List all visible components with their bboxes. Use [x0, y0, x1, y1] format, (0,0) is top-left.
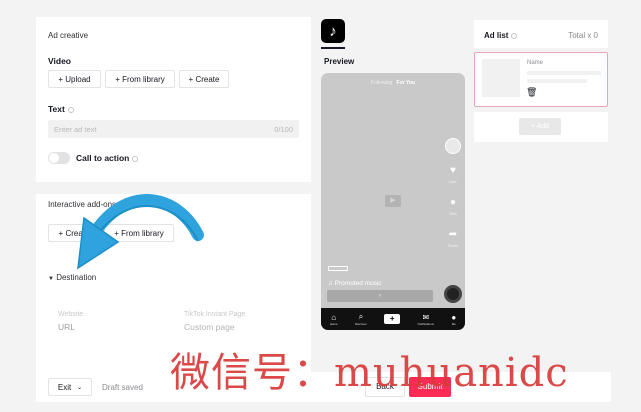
draft-status: Draft saved — [102, 383, 143, 392]
tiktok-logo-icon[interactable]: ♪ — [321, 19, 345, 43]
phone-bottom-nav: ⌂ Home ⌕ Discover + ✉ Notifications ● Me — [321, 308, 465, 330]
add-area: + Add — [474, 112, 608, 142]
music-disc-icon — [444, 285, 462, 303]
chevron-down-icon: ⌄ — [77, 384, 83, 391]
info-icon — [511, 32, 518, 39]
sponsored-tag — [328, 266, 348, 271]
info-icon — [67, 106, 74, 113]
info-icon — [132, 155, 139, 162]
ad-name: Name — [527, 60, 544, 66]
website-caption: Website — [58, 311, 84, 318]
exit-button[interactable]: Exit ⌄ — [48, 378, 92, 396]
cta-toggle[interactable] — [48, 152, 70, 164]
exit-label: Exit — [57, 382, 72, 392]
ad-text-placeholder: Enter ad text — [54, 124, 97, 134]
upload-button[interactable]: + Upload — [48, 70, 101, 88]
cta-label: Call to action — [76, 153, 139, 163]
trash-icon[interactable]: 🗑 — [526, 87, 537, 98]
ad-thumbnail — [482, 59, 520, 97]
instant-page-caption: TikTok Instant Page — [184, 311, 246, 318]
nav-discover: ⌕ Discover — [355, 312, 367, 326]
phone-preview: Following For You ▶ ♥ Like ● Text ➦ Shar… — [321, 73, 465, 330]
search-icon: ⌕ — [358, 312, 364, 321]
for-you-tab: For You — [396, 80, 415, 86]
destination-toggle[interactable]: ▼ Destination — [48, 273, 96, 282]
nav-inbox-label: Notifications — [417, 321, 434, 326]
comment-count: Text — [449, 211, 457, 216]
inbox-icon: ✉ — [422, 312, 430, 322]
logo-tab-indicator — [321, 47, 345, 49]
watermark: 微信号：muhuanidc — [170, 350, 569, 396]
ad-list-panel: Ad list Total x 0 Name 🗑 + Add — [474, 20, 608, 142]
caret-down-icon: ▼ — [48, 276, 54, 282]
from-library-button[interactable]: + From library — [105, 70, 175, 88]
ad-placeholder-line — [527, 71, 601, 75]
music-label: ♫ Promoted music — [328, 280, 382, 287]
ad-card[interactable]: Name 🗑 — [474, 52, 608, 107]
nav-me: ● Me — [451, 313, 456, 326]
comment-icon: ● — [449, 197, 457, 208]
ad-list-header: Ad list Total x 0 — [474, 20, 608, 48]
avatar — [445, 138, 461, 154]
char-counter: 0/100 — [274, 124, 293, 134]
preview-label: Preview — [324, 57, 355, 66]
profile-icon: ● — [451, 312, 457, 322]
annotation-arrow-icon — [77, 194, 204, 270]
nav-discover-label: Discover — [355, 322, 367, 326]
home-icon: ⌂ — [331, 312, 337, 322]
nav-me-label: Me — [451, 321, 456, 326]
like-count: Like — [449, 179, 457, 184]
nav-inbox: ✉ Notifications — [418, 313, 434, 326]
text-label: Text — [48, 104, 74, 114]
plus-icon: + — [384, 314, 401, 324]
ad-list-title: Ad list — [484, 31, 518, 40]
ad-list-total: Total x 0 — [568, 31, 598, 40]
nav-home: ⌂ Home — [330, 313, 338, 326]
create-video-button[interactable]: + Create — [179, 70, 229, 88]
preview-panel: ♪ Preview Following For You ▶ ♥ Like ● T… — [312, 17, 470, 337]
website-option[interactable]: URL — [58, 322, 75, 332]
ad-text-input[interactable]: Enter ad text 0/100 — [48, 120, 299, 138]
video-placeholder-icon: ▶ — [385, 195, 401, 207]
following-tab: Following — [371, 80, 393, 86]
share-count: Share — [447, 243, 459, 248]
ad-placeholder-line — [527, 79, 587, 83]
instant-page-option[interactable]: Custom page — [184, 322, 235, 332]
video-label: Video — [48, 56, 71, 66]
nav-home-label: Home — [329, 321, 338, 326]
preview-cta-bar: › — [327, 290, 433, 302]
phone-top-tabs: Following For You — [321, 80, 465, 86]
heart-icon: ♥ — [450, 165, 456, 176]
ad-creative-title: Ad creative — [48, 31, 89, 40]
share-icon: ➦ — [448, 229, 458, 240]
add-ad-button[interactable]: + Add — [519, 118, 561, 135]
